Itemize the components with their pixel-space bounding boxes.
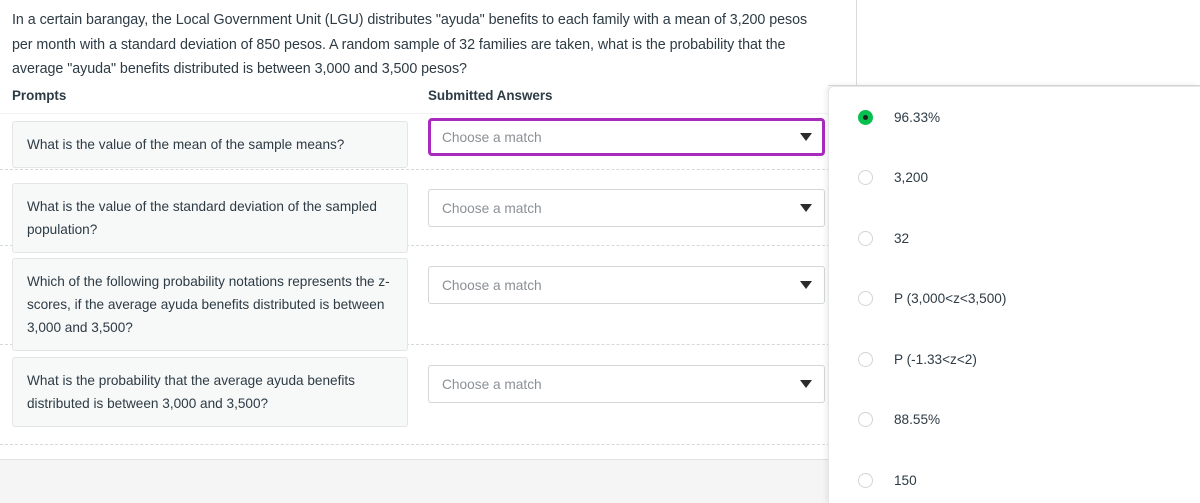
match-select-3[interactable]: Choose a match (428, 266, 825, 304)
matching-rows: What is the value of the mean of the sam… (0, 113, 840, 445)
prompts-column-header: Prompts (12, 88, 67, 103)
table-row: What is the value of the mean of the sam… (0, 113, 840, 170)
option-label-1: 96.33% (894, 109, 941, 125)
radio-icon-option-5[interactable] (858, 351, 873, 367)
table-row: Which of the following probability notat… (0, 246, 840, 351)
quiz-matching-question: In a certain barangay, the Local Governm… (0, 0, 1200, 503)
answer-options-popup: 96.33% 3,200 32 P (3,000<z<3,500) P (-1.… (828, 86, 1200, 503)
radio-icon-option-2[interactable] (858, 170, 873, 186)
radio-icon-option-7[interactable] (858, 472, 873, 488)
list-item[interactable]: 150 (829, 450, 1200, 503)
radio-icon-option-6[interactable] (858, 412, 873, 428)
list-item[interactable]: P (3,000<z<3,500) (829, 269, 1200, 330)
option-label-3: 32 (894, 230, 910, 246)
table-row: What is the value of the standard deviat… (0, 170, 840, 253)
match-select-4[interactable]: Choose a match (428, 365, 825, 403)
chevron-down-icon (800, 380, 812, 388)
radio-icon-option-3[interactable] (858, 230, 873, 246)
option-label-2: 3,200 (894, 170, 929, 186)
match-select-1[interactable]: Choose a match (428, 118, 825, 156)
chevron-down-icon (800, 281, 812, 289)
option-label-6: 88.55% (894, 412, 941, 428)
list-item[interactable]: P (-1.33<z<2) (829, 329, 1200, 390)
option-label-7: 150 (894, 472, 917, 488)
match-select-2-value: Choose a match (442, 200, 542, 216)
question-footer-strip (0, 459, 828, 503)
matching-columns-header: Prompts Submitted Answers (0, 88, 840, 110)
match-select-2[interactable]: Choose a match (428, 189, 825, 227)
radio-icon-option-4[interactable] (858, 291, 873, 307)
vertical-divider (856, 0, 857, 88)
match-select-3-value: Choose a match (442, 277, 542, 293)
match-select-4-value: Choose a match (442, 376, 542, 392)
list-item[interactable]: 96.33% (829, 87, 1200, 148)
list-item[interactable]: 32 (829, 208, 1200, 269)
option-label-5: P (-1.33<z<2) (894, 351, 977, 367)
list-item[interactable]: 3,200 (829, 148, 1200, 209)
list-item[interactable]: 88.55% (829, 390, 1200, 451)
radio-icon-option-1[interactable] (858, 109, 873, 125)
prompt-text-4: What is the probability that the average… (12, 357, 408, 427)
match-select-1-value: Choose a match (442, 129, 542, 145)
option-label-4: P (3,000<z<3,500) (894, 291, 1007, 307)
question-stem-text: In a certain barangay, the Local Governm… (12, 12, 808, 77)
prompt-text-1: What is the value of the mean of the sam… (12, 121, 408, 168)
prompt-text-3: Which of the following probability notat… (12, 258, 408, 351)
prompt-text-2: What is the value of the standard deviat… (12, 183, 408, 253)
chevron-down-icon (800, 204, 812, 212)
table-row: What is the probability that the average… (0, 345, 840, 445)
submitted-answers-column-header: Submitted Answers (428, 88, 553, 103)
quiz-main-area: In a certain barangay, the Local Governm… (0, 0, 840, 503)
chevron-down-icon (800, 133, 812, 141)
